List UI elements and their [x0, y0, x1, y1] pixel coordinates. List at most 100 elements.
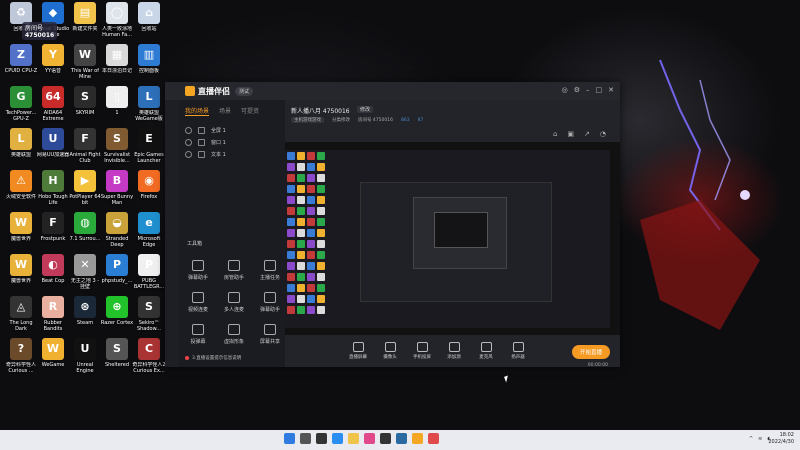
app-icon[interactable] — [364, 433, 375, 444]
desktop-icon[interactable]: ⊛ Steam — [68, 296, 102, 326]
app-icon[interactable] — [396, 433, 407, 444]
category-edit[interactable]: 分类修改 — [332, 117, 350, 123]
tool-item[interactable]: 视频连麦 — [181, 292, 215, 313]
close-icon[interactable]: ✕ — [608, 86, 614, 94]
desktop-icon[interactable]: U Unreal Engine — [68, 338, 102, 374]
desktop-icon[interactable]: ? 奇异科学怪人 Curious ... — [4, 338, 38, 374]
desktop-icon[interactable]: F Frostpunk — [36, 212, 70, 242]
control-phone[interactable]: 手机投屏 — [409, 342, 435, 360]
desktop-icon[interactable]: U 网易UU加速器 — [36, 128, 70, 158]
app-icon[interactable] — [380, 433, 391, 444]
desktop-icon[interactable]: ✕ 无主之地 3 - 挂壁 — [68, 254, 102, 290]
desktop-icon[interactable]: S Survivalist Invisible... — [100, 128, 134, 164]
tab-my-scenes[interactable]: 我的场景 — [185, 106, 210, 116]
desktop-icon[interactable]: H Hobo Tough Life — [36, 170, 70, 206]
share-icon[interactable]: ↗ — [584, 130, 590, 138]
desktop-icon[interactable]: R Rubber Bandits — [36, 296, 70, 332]
desktop-icon[interactable]: ⊕ Razer Cortex — [100, 296, 134, 326]
eye-icon[interactable] — [185, 138, 192, 146]
folder-icon[interactable] — [348, 433, 359, 444]
maximize-icon[interactable]: □ — [596, 86, 603, 94]
lock-icon[interactable]: ⌂ — [553, 130, 557, 138]
settings-icon[interactable]: ⚙ — [574, 86, 580, 94]
desktop-icon[interactable]: ⌂ 回收站 — [132, 2, 166, 32]
tool-item[interactable]: 房管助手 — [217, 260, 251, 281]
room-category[interactable]: 主机游戏游戏 — [291, 117, 324, 123]
desktop-icon[interactable]: ◯ 人类一败涂地 Human Fa... — [100, 2, 134, 38]
desktop-icon[interactable]: ▦ 本日漂泊日记 — [100, 44, 134, 74]
avatar-icon[interactable]: ◎ — [562, 86, 568, 94]
tab-scenes[interactable]: 场景 — [219, 106, 231, 116]
desktop-icon[interactable]: ⚠ 火绒安全软件 — [4, 170, 38, 200]
desktop-icon[interactable]: W This War of Mine — [68, 44, 102, 80]
room-edit-button[interactable]: 修改 — [357, 106, 374, 113]
desktop-icon[interactable]: ◒ Stranded Deep — [100, 212, 134, 248]
desktop-icon[interactable]: P PUBG BATTLEGR... — [132, 254, 166, 290]
desktop-icon[interactable]: W WeGame — [36, 338, 70, 368]
desktop-icon[interactable]: L 英雄联盟 WeGame版 — [132, 86, 166, 122]
desktop-icon[interactable]: ▶ PotPlayer 64 bit — [68, 170, 102, 206]
control-add-source[interactable]: 添加源 — [441, 342, 467, 360]
layout-icon[interactable]: ▣ — [567, 130, 574, 138]
lock-icon[interactable] — [198, 138, 205, 146]
desktop-icon[interactable]: S SKYRIM — [68, 86, 102, 116]
desktop-icon[interactable]: Y YY语音 — [36, 44, 70, 74]
lock-icon[interactable] — [198, 126, 205, 134]
desktop-icon[interactable]: S Sekiro™ Shadow... — [132, 296, 166, 332]
tab-resources[interactable]: 可提资 — [241, 106, 259, 116]
desktop-icon[interactable]: e Microsoft Edge — [132, 212, 166, 248]
desktop-icon[interactable]: W 魔兽世界 — [4, 212, 38, 242]
desktop-icon[interactable]: ▤ 新建文件夹 — [68, 2, 102, 32]
control-screen[interactable]: 直播屏幕 — [345, 342, 371, 360]
eye-icon[interactable] — [185, 126, 192, 134]
preview-mini-icon — [307, 218, 315, 226]
desktop-icon[interactable]: G TechPower... GPU-Z — [4, 86, 38, 122]
alert-icon — [185, 356, 189, 360]
app-icon[interactable] — [428, 433, 439, 444]
control-speaker[interactable]: 扬声器 — [505, 342, 531, 360]
footer-tip[interactable]: 3.直播设置提示信息说明 — [185, 355, 241, 361]
tool-item[interactable]: 投弹幕 — [181, 324, 215, 345]
bell-icon[interactable]: ◔ — [600, 130, 606, 138]
control-mic[interactable]: 麦克风 — [473, 342, 499, 360]
live-companion-icon[interactable] — [412, 433, 423, 444]
desktop-icon[interactable]: B Super Bunny Man — [100, 170, 134, 206]
start-icon[interactable] — [284, 433, 295, 444]
desktop-icon[interactable]: E Epic Games Launcher — [132, 128, 166, 164]
task-view-icon[interactable] — [316, 433, 327, 444]
desktop-icon[interactable]: Z CPUID CPU-Z — [4, 44, 38, 74]
preview-mini-icon — [307, 207, 315, 215]
desktop-icon[interactable]: Pphpstudy_... — [100, 254, 134, 284]
desktop-icon[interactable]: ◬ The Long Dark — [4, 296, 38, 332]
clock[interactable]: 18:02 2022/4/30 — [768, 432, 794, 446]
desktop-icon[interactable]: C 奇异科学怪人2 Curious Ex... — [132, 338, 166, 374]
tool-item[interactable]: 主播任务 — [253, 260, 287, 281]
start-live-button[interactable]: 开始直播 — [571, 345, 610, 359]
desktop-icon[interactable]: ▯ 1 — [100, 86, 134, 116]
edge-icon[interactable] — [332, 433, 343, 444]
control-camera[interactable]: 摄像头 — [377, 342, 403, 360]
tool-item[interactable]: 多人连麦 — [217, 292, 251, 313]
eye-icon[interactable] — [185, 150, 192, 158]
chevron-up-icon[interactable]: ^ — [749, 436, 753, 442]
lock-icon[interactable] — [198, 150, 205, 158]
tool-item[interactable]: 屏幕共享 — [253, 324, 287, 345]
minimize-icon[interactable]: – — [586, 86, 590, 94]
desktop-icon[interactable]: ◍ 7.1 Surrou... — [68, 212, 102, 242]
app-icon: ▶ — [74, 170, 96, 192]
tool-item[interactable]: 弹幕助手 — [181, 260, 215, 281]
desktop-icon[interactable]: ◐ Beat Cop — [36, 254, 70, 284]
desktop-icon[interactable]: W 魔兽世界 — [4, 254, 38, 284]
desktop-icon[interactable]: ◉ Firefox — [132, 170, 166, 200]
wifi-icon[interactable]: ≋ — [758, 436, 762, 442]
desktop-icon[interactable]: S Sheltered — [100, 338, 134, 368]
title-badge[interactable]: 测试 — [235, 86, 254, 96]
tool-item[interactable]: 虚拟形象 — [217, 324, 251, 345]
desktop-icon[interactable]: F Animal Fight Club — [68, 128, 102, 164]
desktop-icon[interactable]: L 英雄联盟 — [4, 128, 38, 158]
tool-item[interactable]: 弹幕助手 — [253, 292, 287, 313]
desktop-icon[interactable]: 64 AIDA64 Extreme — [36, 86, 70, 122]
stream-preview[interactable] — [285, 142, 620, 335]
desktop-icon[interactable]: ▥ 控制面板 — [132, 44, 166, 74]
search-icon[interactable] — [300, 433, 311, 444]
